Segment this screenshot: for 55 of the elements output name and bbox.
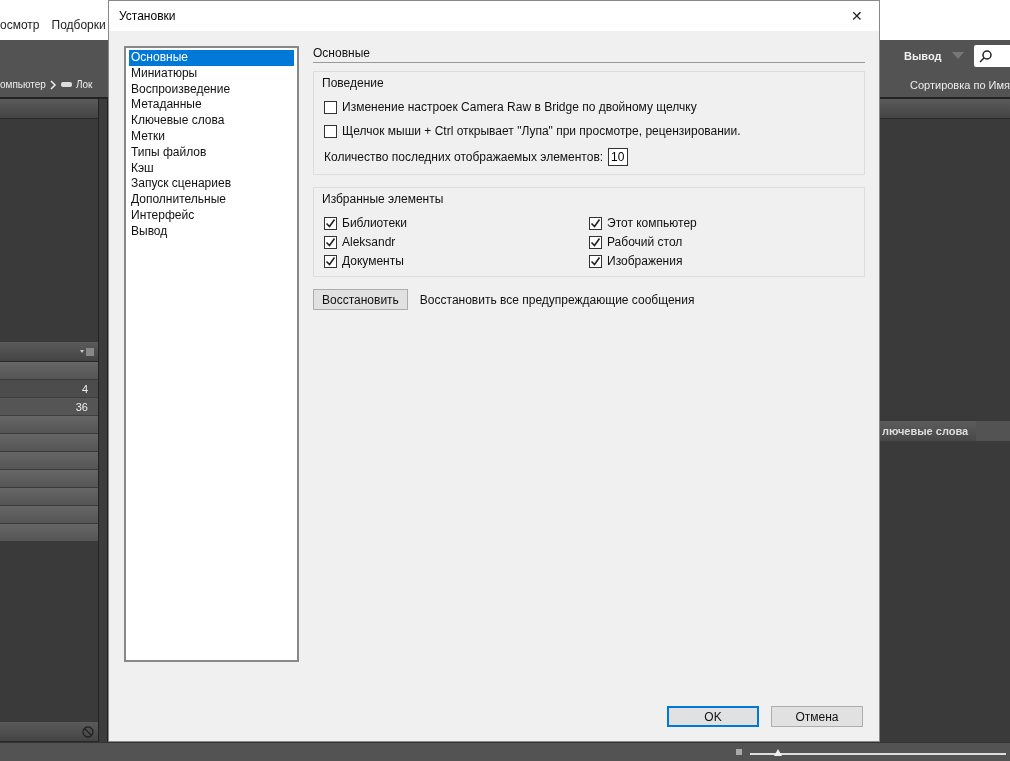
checkbox[interactable] (324, 254, 337, 268)
drive-icon (60, 81, 72, 88)
menu-item[interactable]: осмотр (0, 18, 40, 32)
category-item[interactable]: Миниатюры (129, 65, 294, 82)
category-item[interactable]: Дополнительные (129, 192, 294, 208)
panel-tab[interactable]: лючевые слова (880, 420, 976, 441)
close-button[interactable]: ✕ (835, 1, 879, 31)
checkbox[interactable] (589, 216, 602, 230)
checkbox[interactable] (324, 100, 337, 114)
sort-label[interactable]: Сортировка по Имя (910, 78, 1010, 91)
count-label: 4 (81, 382, 88, 395)
checkbox-label: Документы (342, 254, 404, 268)
checkbox-label: Этот компьютер (607, 216, 697, 230)
input-field[interactable]: 10 (608, 148, 629, 166)
path-item[interactable]: омпьютер (0, 79, 46, 90)
checkbox-label: Библиотеки (342, 216, 407, 230)
category-item[interactable]: Типы файлов (129, 144, 294, 161)
checkbox-label: Щелчок мыши + Ctrl открывает "Лупа" при просмотре, рецензировании. (342, 124, 741, 138)
category-item[interactable]: Интерфейс (129, 207, 294, 224)
category-item[interactable]: Запуск сценариев (129, 176, 294, 193)
search-icon (977, 49, 994, 63)
count-label: 36 (75, 400, 88, 413)
reset-button[interactable]: Восстановить (313, 289, 408, 310)
category-item[interactable]: Ключевые слова (129, 113, 294, 129)
panel-menu-icon[interactable] (80, 346, 94, 357)
category-item[interactable]: Метки (129, 129, 294, 145)
reset-description: Восстановить все предупреждающие сообщения (419, 292, 695, 307)
category-item[interactable]: Основные (129, 50, 294, 66)
category-item[interactable]: Метаданные (129, 97, 294, 114)
menu-item[interactable]: Подборки (51, 18, 106, 32)
search-field[interactable] (973, 45, 1010, 67)
caret-icon (951, 52, 964, 60)
path-item[interactable]: Лок (75, 79, 93, 90)
category-item[interactable]: Вывод (129, 223, 294, 240)
group-title: Избранные элементы (322, 192, 445, 206)
checkbox[interactable] (324, 235, 337, 249)
checkbox[interactable] (324, 216, 337, 230)
chevron-icon (49, 79, 57, 90)
filter-row[interactable]: 36 (0, 398, 98, 416)
category-item[interactable]: Кэш (129, 160, 294, 177)
dialog-button[interactable]: OK (667, 706, 759, 727)
checkbox-label: Рабочий стол (607, 235, 683, 249)
checkbox[interactable] (589, 235, 602, 249)
checkbox-label: Изображения (607, 254, 683, 268)
group-title: Поведение (322, 76, 385, 90)
category-item[interactable]: Воспроизведение (129, 81, 294, 98)
window-title: Установки (119, 9, 176, 23)
checkbox[interactable] (324, 124, 337, 138)
checkbox-label: Aleksandr (342, 235, 396, 249)
zoom-slider[interactable] (750, 747, 1006, 757)
dialog-button[interactable]: Отмена (771, 706, 863, 727)
section-title: Основные (313, 46, 865, 63)
checkbox-label: Изменение настроек Camera Raw в Bridge по двойному щелчку (342, 100, 697, 114)
checkbox[interactable] (589, 254, 602, 268)
field-label: Количество последних отображаемых элементов: (324, 150, 604, 164)
